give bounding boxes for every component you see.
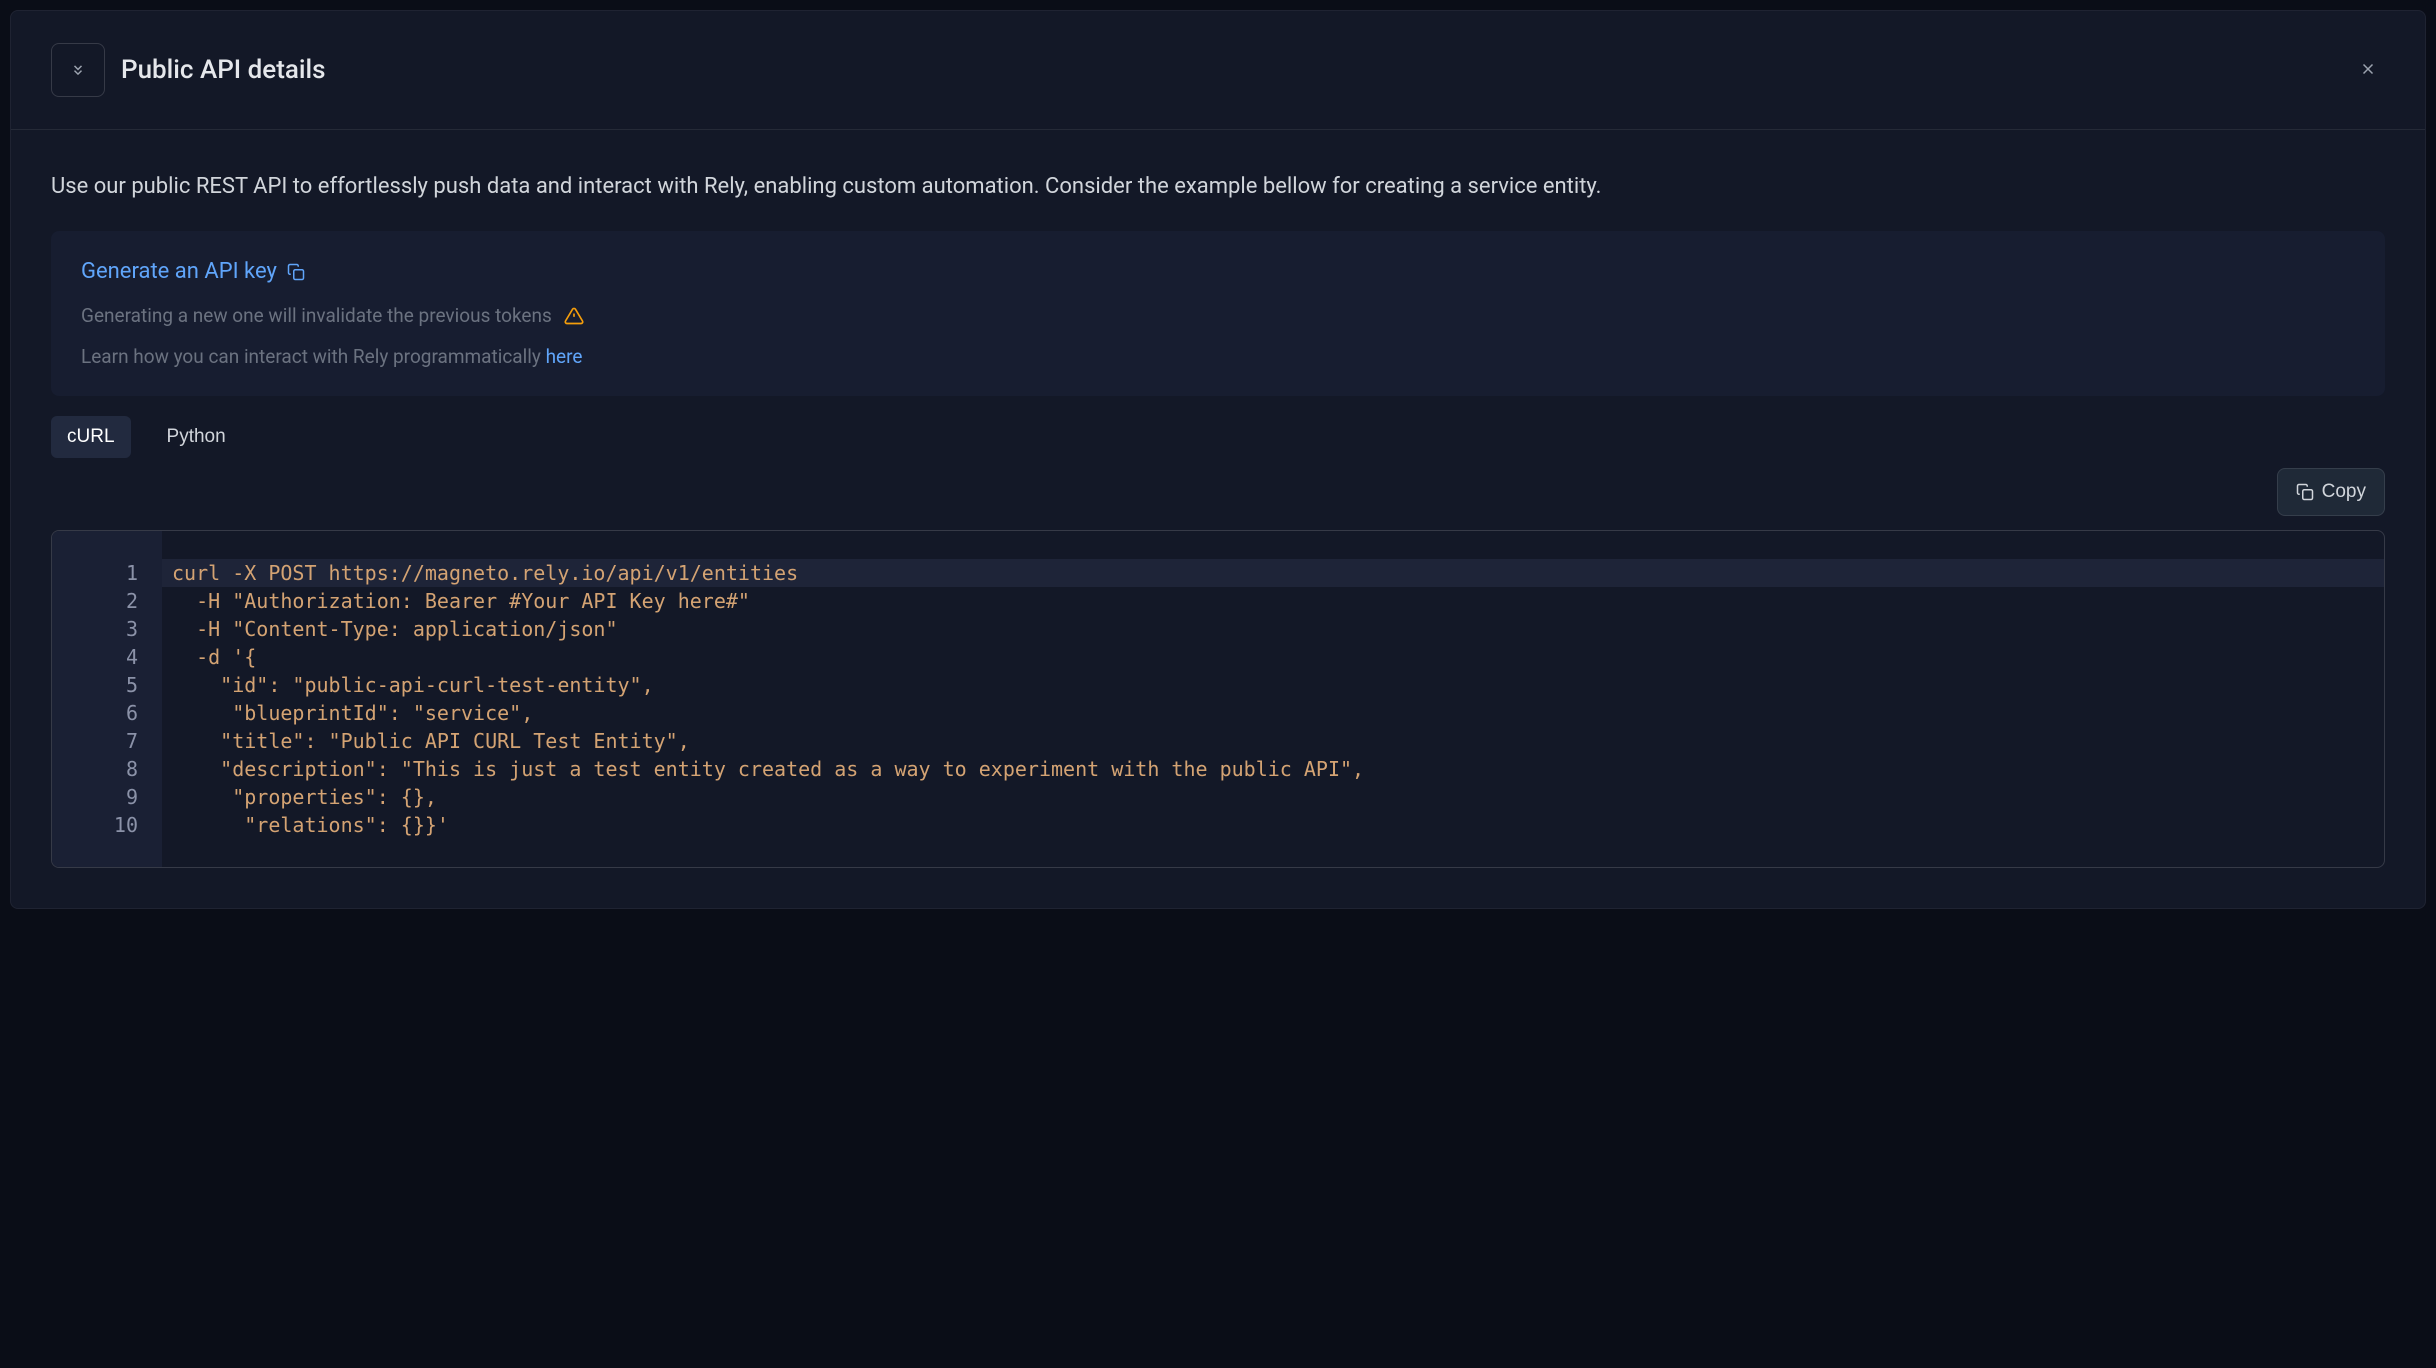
learn-more-text: Learn how you can interact with Rely pro…	[81, 345, 2355, 368]
code-line: -d '{	[162, 643, 2384, 671]
code-line: -H "Content-Type: application/json"	[162, 615, 2384, 643]
line-number: 3	[52, 615, 162, 643]
code-toolbar: Copy	[51, 468, 2385, 516]
code-line: "relations": {}}'	[162, 811, 2384, 839]
line-number: 1	[52, 559, 162, 587]
api-description: Use our public REST API to effortlessly …	[51, 170, 2385, 203]
close-icon	[2359, 60, 2377, 78]
collapse-button[interactable]	[51, 43, 105, 97]
api-key-box: Generate an API key Generating a new one…	[51, 231, 2385, 396]
line-number: 4	[52, 643, 162, 671]
line-number: 5	[52, 671, 162, 699]
code-line: "title": "Public API CURL Test Entity",	[162, 727, 2384, 755]
code-line: "properties": {},	[162, 783, 2384, 811]
chevron-down-double-icon	[71, 63, 85, 77]
line-number: 10	[52, 811, 162, 839]
code-line: -H "Authorization: Bearer #Your API Key …	[162, 587, 2384, 615]
panel-title: Public API details	[121, 55, 2351, 85]
code-content[interactable]: curl -X POST https://magneto.rely.io/api…	[162, 531, 2384, 867]
code-line: "description": "This is just a test enti…	[162, 755, 2384, 783]
generate-api-key-link[interactable]: Generate an API key	[81, 259, 305, 284]
copy-code-button[interactable]: Copy	[2277, 468, 2385, 516]
copy-button-label: Copy	[2322, 481, 2366, 503]
line-number: 6	[52, 699, 162, 727]
warning-text: Generating a new one will invalidate the…	[81, 304, 552, 327]
line-number: 9	[52, 783, 162, 811]
tab-python[interactable]: Python	[151, 416, 242, 458]
line-numbers-gutter: 12345678910	[52, 531, 162, 867]
copy-icon	[2296, 483, 2314, 501]
panel-content: Use our public REST API to effortlessly …	[11, 130, 2425, 908]
generate-api-key-label: Generate an API key	[81, 259, 277, 284]
code-line: curl -X POST https://magneto.rely.io/api…	[162, 559, 2384, 587]
code-block: 12345678910 curl -X POST https://magneto…	[51, 530, 2385, 868]
code-tabs: cURL Python	[51, 416, 2385, 458]
clipboard-icon	[287, 263, 305, 281]
api-details-panel: Public API details Use our public REST A…	[10, 10, 2426, 909]
learn-more-link[interactable]: here	[546, 345, 583, 368]
panel-header: Public API details	[11, 11, 2425, 130]
code-line: "blueprintId": "service",	[162, 699, 2384, 727]
line-number: 2	[52, 587, 162, 615]
api-key-warning: Generating a new one will invalidate the…	[81, 304, 2355, 327]
line-number: 7	[52, 727, 162, 755]
warning-icon	[564, 306, 584, 326]
tab-curl[interactable]: cURL	[51, 416, 131, 458]
line-number: 8	[52, 755, 162, 783]
learn-text-prefix: Learn how you can interact with Rely pro…	[81, 345, 546, 368]
close-button[interactable]	[2351, 52, 2385, 89]
code-line: "id": "public-api-curl-test-entity",	[162, 671, 2384, 699]
